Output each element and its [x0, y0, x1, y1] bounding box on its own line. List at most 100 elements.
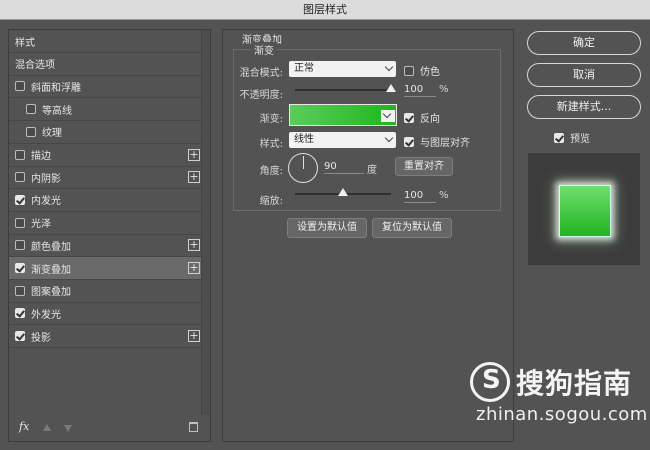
style-list-item-label: 样式	[15, 37, 35, 49]
style-list-item-label: 图案叠加	[31, 287, 71, 299]
new-style-button[interactable]: 新建样式...	[527, 95, 641, 119]
style-list-item[interactable]: 渐变叠加 +	[9, 257, 203, 280]
style-list-item[interactable]: 等高线	[9, 98, 203, 122]
angle-label: 角度:	[259, 166, 283, 177]
checkbox-icon[interactable]	[15, 285, 25, 296]
preview-swatch	[559, 185, 611, 237]
style-list-scrollbar[interactable]	[201, 30, 210, 415]
checkbox-icon[interactable]	[15, 308, 25, 319]
style-list-item[interactable]: 图案叠加	[9, 280, 203, 303]
fx-button[interactable]: fx	[19, 420, 29, 433]
style-list-item-label: 渐变叠加	[31, 264, 71, 276]
reset-default-button[interactable]: 复位为默认值	[372, 218, 452, 238]
style-list-item-label: 斜面和浮雕	[31, 82, 81, 94]
opacity-label: 不透明度:	[239, 90, 283, 101]
ok-button[interactable]: 确定	[527, 31, 641, 55]
scale-slider[interactable]	[295, 188, 391, 196]
style-list-panel: 样式混合选项斜面和浮雕等高线纹理描边 + 内阴影 + 内发光光泽颜色叠加 + 渐变叠加 + 图案…	[8, 29, 211, 442]
style-list-footer: fx	[9, 416, 210, 441]
add-effect-icon[interactable]: +	[188, 148, 200, 161]
checkbox-icon[interactable]	[15, 263, 25, 273]
reverse-checkbox[interactable]: 反向	[404, 110, 440, 125]
sogou-logo-icon	[470, 362, 510, 402]
checkbox-icon[interactable]	[15, 194, 25, 205]
move-down-icon[interactable]	[64, 425, 72, 432]
opacity-slider[interactable]	[295, 84, 396, 92]
scale-label: 缩放:	[259, 196, 283, 207]
checkbox-icon[interactable]	[15, 172, 25, 183]
style-list-item[interactable]: 光泽	[9, 212, 203, 235]
group-title: 渐变	[251, 42, 277, 57]
opacity-field[interactable]: 100	[404, 83, 436, 97]
checkbox-icon[interactable]	[15, 81, 25, 92]
style-list-item-label: 内发光	[31, 196, 61, 208]
watermark-url: zhinan.sogou.com	[476, 404, 648, 425]
scale-field[interactable]: 100	[404, 189, 436, 203]
add-effect-icon[interactable]: +	[188, 239, 200, 252]
style-list-item[interactable]: 描边 +	[9, 144, 203, 167]
style-list-item-label: 等高线	[42, 105, 72, 117]
gradient-label: 渐变:	[259, 114, 283, 125]
align-with-layer-label: 与图层对齐	[420, 138, 470, 149]
checkbox-icon[interactable]	[15, 217, 25, 228]
move-up-icon[interactable]	[43, 424, 51, 431]
blend-mode-select[interactable]: 正常	[289, 61, 396, 77]
dither-checkbox[interactable]: 仿色	[404, 63, 440, 78]
style-list-item-label: 纹理	[42, 128, 62, 140]
scale-unit: %	[439, 190, 449, 201]
style-list-item-label: 光泽	[31, 219, 51, 231]
style-label: 样式:	[259, 139, 283, 150]
style-list-item[interactable]: 颜色叠加 +	[9, 234, 203, 258]
checkbox-icon	[404, 112, 414, 123]
checkbox-icon[interactable]	[15, 240, 25, 251]
style-list-item[interactable]: 斜面和浮雕	[9, 75, 203, 99]
style-select[interactable]: 线性	[289, 132, 396, 148]
align-with-layer-checkbox[interactable]: 与图层对齐	[404, 134, 470, 149]
style-list-item-label: 描边	[31, 151, 51, 162]
style-value: 线性	[294, 134, 314, 145]
reverse-label: 反向	[420, 114, 440, 125]
scale-slider-thumb[interactable]	[338, 188, 348, 196]
trash-icon[interactable]	[189, 422, 198, 432]
checkbox-icon	[554, 132, 564, 143]
cancel-button[interactable]: 取消	[527, 63, 641, 87]
dither-label: 仿色	[420, 67, 440, 78]
blend-mode-value: 正常	[294, 63, 314, 74]
style-list-item[interactable]: 内发光	[9, 189, 203, 212]
checkbox-icon[interactable]	[15, 149, 25, 160]
checkbox-icon	[404, 65, 414, 76]
style-list-item[interactable]: 内阴影 +	[9, 166, 203, 190]
style-list-item[interactable]: 外发光	[9, 302, 203, 326]
checkbox-icon	[404, 136, 414, 147]
angle-unit: 度	[367, 165, 377, 176]
window-title: 图层样式	[0, 0, 650, 20]
gradient-dropdown-button[interactable]	[381, 110, 395, 122]
reset-alignment-button[interactable]: 重置对齐	[395, 157, 453, 176]
add-effect-icon[interactable]: +	[188, 330, 200, 343]
sogou-watermark: 搜狗指南	[470, 362, 632, 402]
chevron-down-icon	[384, 62, 394, 72]
checkbox-icon[interactable]	[26, 126, 36, 137]
add-effect-icon[interactable]: +	[188, 262, 200, 274]
angle-dial[interactable]	[288, 153, 318, 183]
checkbox-icon[interactable]	[26, 104, 36, 115]
chevron-down-icon	[384, 133, 394, 143]
preview-checkbox[interactable]: 预览	[554, 130, 590, 145]
set-default-button[interactable]: 设置为默认值	[287, 218, 367, 238]
style-list-item[interactable]: 混合选项	[9, 53, 203, 76]
opacity-slider-thumb[interactable]	[386, 84, 396, 92]
style-list-item[interactable]: 投影 +	[9, 325, 203, 349]
style-list-item[interactable]: 样式	[9, 30, 203, 53]
add-effect-icon[interactable]: +	[188, 171, 200, 184]
preview-label: 预览	[570, 134, 590, 145]
blend-mode-label: 混合模式:	[239, 68, 283, 79]
opacity-unit: %	[439, 84, 449, 95]
style-list-item[interactable]: 纹理	[9, 121, 203, 144]
style-list-item-label: 外发光	[31, 309, 61, 321]
style-list-item-label: 内阴影	[31, 173, 61, 185]
style-list-item-label: 投影	[31, 332, 51, 344]
angle-field[interactable]: 90	[324, 160, 364, 174]
watermark-brand: 搜狗指南	[516, 367, 633, 400]
checkbox-icon[interactable]	[15, 331, 25, 342]
style-list-item-label: 混合选项	[15, 60, 55, 72]
